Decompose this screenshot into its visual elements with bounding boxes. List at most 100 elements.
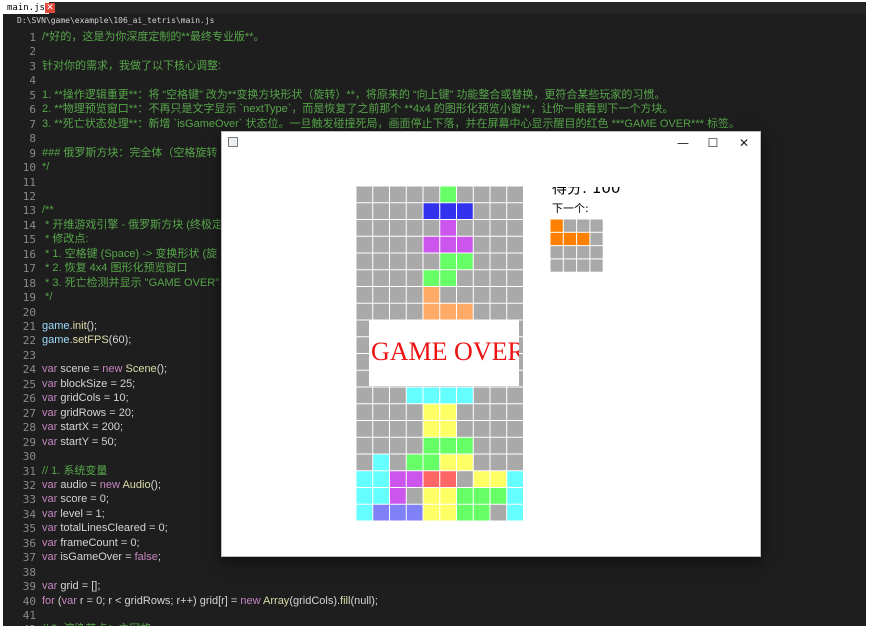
board-cell [356, 488, 373, 504]
code-token: blockSize = 25; [57, 377, 136, 390]
code-line[interactable]: 41 [3, 608, 866, 623]
board-cell [390, 220, 406, 236]
code-text: game.setFPS(60); [42, 333, 131, 348]
code-line[interactable]: 4 [3, 73, 866, 88]
line-number: 27 [22, 406, 36, 420]
board-cell [440, 421, 456, 437]
board-cell [440, 186, 456, 203]
board-cell [490, 303, 507, 320]
code-line[interactable]: 39 var grid = []; [3, 579, 866, 594]
board-cell [440, 454, 456, 471]
code-token: * 3. 死亡检测并显示 "GAME OVER" [42, 276, 220, 289]
code-token: new [102, 363, 123, 376]
board-cell [390, 186, 406, 203]
line-number: 23 [22, 348, 36, 362]
board-cell [373, 454, 389, 471]
code-token: * 2. 恢复 4x4 图形化预览窗口 [42, 262, 188, 275]
next-preview-cell [550, 259, 563, 272]
next-preview-cell [563, 232, 577, 246]
board-cell [373, 236, 389, 253]
line-number: 5 [29, 88, 36, 102]
code-token: Audio [122, 478, 151, 491]
board-cell [507, 236, 523, 253]
code-text: game.init(); [42, 319, 97, 334]
board-cell [423, 488, 440, 504]
code-line[interactable]: 1 /*好的，这是为你深度定制的**最终专业版**。 [3, 30, 866, 45]
code-line[interactable]: 3 针对你的需求，我做了以下核心调整: [3, 59, 866, 74]
code-token: */ [42, 291, 53, 304]
code-token: */ [42, 161, 50, 174]
board-cell [373, 203, 389, 219]
board-cell [423, 471, 440, 487]
board-cell [356, 186, 373, 203]
board-cell [356, 270, 373, 286]
board-cell [423, 454, 440, 471]
board-cell [440, 404, 456, 420]
board-cell [473, 387, 490, 404]
board-cell [423, 270, 440, 286]
code-text: var isGameOver = false; [42, 550, 161, 565]
line-number: 9 [29, 146, 36, 160]
board-cell [457, 488, 473, 504]
board-cell [373, 303, 389, 320]
next-preview-cell [590, 259, 603, 272]
game-over-text: GAME OVER [371, 337, 519, 366]
code-line[interactable]: 6 2. **物理预览窗口**：不再只是文字显示 `nextType`，而是恢复了… [3, 102, 866, 117]
board-cell [457, 504, 473, 521]
board-cell [406, 303, 423, 320]
code-line[interactable]: 5 1. **操作逻辑重更**：将 “空格键” 改为**变换方块形状（旋转）**，… [3, 88, 866, 103]
code-line[interactable]: 7 3. **死亡状态处理**：新增 `isGameOver` 状态位。一旦触发碰… [3, 117, 866, 132]
code-text: var gridCols = 10; [42, 391, 129, 406]
code-text: 2. **物理预览窗口**：不再只是文字显示 `nextType`，而是恢复了之… [42, 102, 673, 117]
board-cell [356, 421, 373, 437]
code-line[interactable]: 42 // 2. 渲染节点：主网格 [3, 622, 866, 626]
line-number: 7 [29, 117, 36, 131]
game-window[interactable]: — ☐ ✕ 得分: 100 下一个: GAME OVER [221, 131, 761, 557]
code-token: score = 0; [57, 493, 109, 506]
board-cell [390, 504, 406, 521]
code-token: var [42, 406, 58, 419]
board-cell [373, 488, 389, 504]
board-cell [356, 287, 373, 303]
line-number: 28 [22, 421, 36, 435]
code-token: new [99, 478, 120, 491]
board-cell [390, 203, 406, 219]
board-cell [473, 437, 490, 454]
board-cell [390, 287, 406, 303]
code-text: var totalLinesCleared = 0; [42, 521, 168, 536]
code-token: /*好的，这是为你深度定制的**最终专业版**。 [42, 31, 265, 43]
board-cell [507, 220, 523, 236]
board-cell [356, 471, 373, 487]
tab-close-icon[interactable]: ✕ [45, 3, 55, 13]
board-cell [373, 387, 389, 404]
code-text: var score = 0; [42, 492, 109, 507]
line-number: 18 [22, 276, 36, 290]
board-cell [473, 270, 490, 286]
board-cell [373, 437, 389, 454]
line-number: 26 [22, 392, 36, 406]
board-cell [373, 504, 389, 521]
code-line[interactable]: 38 [3, 565, 866, 580]
line-number: 10 [22, 161, 36, 175]
code-token: 2. **物理预览窗口**：不再只是文字显示 `nextType`，而是恢复了之… [42, 103, 674, 116]
code-line[interactable]: 40 for (var r = 0; r < gridRows; r++) gri… [3, 594, 866, 609]
code-line[interactable]: 2 [3, 44, 866, 59]
board-cell [473, 236, 490, 253]
code-text: */ [42, 290, 52, 305]
line-number: 14 [22, 218, 36, 232]
code-token: (gridCols). [289, 594, 341, 607]
board-cell [406, 504, 423, 521]
board-cell [490, 437, 507, 454]
board-cell [373, 253, 389, 270]
code-token: (null); [350, 594, 378, 607]
board-cell [356, 504, 373, 521]
board-cell [473, 253, 490, 270]
code-token: var [42, 363, 58, 376]
board-cell [473, 488, 490, 504]
board-cell [356, 387, 373, 404]
board-cell [490, 253, 507, 270]
code-token: gridRows = 20; [57, 406, 135, 419]
board-cell [490, 287, 507, 303]
tab-main-js[interactable]: main.js [3, 2, 49, 14]
line-number: 38 [22, 565, 36, 579]
